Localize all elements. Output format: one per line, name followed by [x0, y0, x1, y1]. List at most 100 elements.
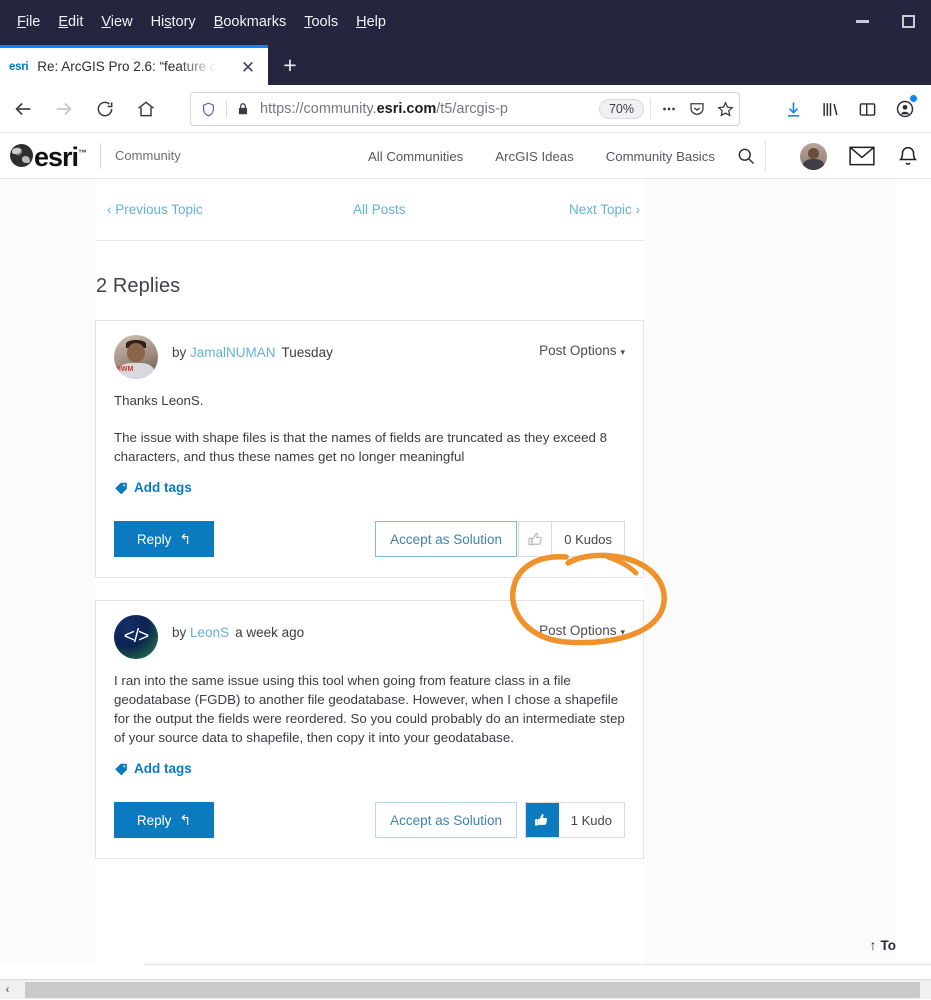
menu-file[interactable]: File [8, 11, 49, 33]
tab-strip: esri Re: ArcGIS Pro 2.6: “feature clas ✕… [0, 42, 931, 85]
url-prefix: https://community. [260, 101, 377, 117]
leon-avatar[interactable]: </> [114, 615, 158, 659]
add-tags-link[interactable]: Add tags [114, 761, 625, 776]
post-options-button[interactable]: Post Options▾ [539, 623, 625, 638]
kudos-button-post-1[interactable]: 0 Kudos [518, 521, 625, 557]
reply-button[interactable]: Reply ↰ [114, 802, 214, 838]
kudos-count-label: 0 Kudos [552, 522, 624, 556]
accept-as-solution-button[interactable]: Accept as Solution [375, 802, 517, 838]
all-posts-link[interactable]: All Posts [353, 202, 406, 217]
browser-tab-active[interactable]: esri Re: ArcGIS Pro 2.6: “feature clas ✕ [0, 45, 268, 85]
horizontal-scrollbar[interactable]: ‹ [0, 979, 931, 999]
tab-title: Re: ArcGIS Pro 2.6: “feature clas [37, 59, 217, 74]
scroll-left-arrow-icon[interactable]: ‹ [0, 980, 15, 1000]
reply-arrow-icon: ↰ [179, 531, 191, 548]
forward-button[interactable] [46, 91, 82, 127]
kudos-count-label: 1 Kudo [559, 803, 624, 837]
menu-history[interactable]: History [142, 11, 205, 33]
avatar[interactable] [800, 143, 827, 170]
scrollbar-thumb[interactable] [25, 982, 920, 998]
thumbs-up-icon[interactable] [519, 522, 552, 556]
post-options-button[interactable]: Post Options ▾ [539, 343, 625, 358]
code-brackets-icon: </> [124, 626, 148, 648]
reply-label: Reply [137, 532, 172, 547]
menu-view[interactable]: View [92, 11, 141, 33]
reply-button[interactable]: Reply ↰ [114, 521, 214, 557]
nav-arcgis-ideas[interactable]: ArcGIS Ideas [495, 149, 573, 164]
menu-help[interactable]: Help [347, 11, 395, 33]
byline-prefix: by [172, 625, 186, 640]
nav-all-communities[interactable]: All Communities [368, 149, 463, 164]
post-options-label: Post Options [539, 343, 616, 358]
ellipsis-icon[interactable] [655, 95, 683, 123]
maximize-button[interactable] [885, 6, 931, 36]
star-icon[interactable] [711, 95, 739, 123]
account-button[interactable] [886, 93, 923, 125]
next-topic-link[interactable]: Next Topic › [569, 202, 640, 217]
post-author-link[interactable]: JamalNUMAN [190, 345, 276, 360]
nav-community-basics[interactable]: Community Basics [606, 149, 715, 164]
previous-topic-link[interactable]: ‹ Previous Topic [107, 202, 203, 217]
library-icon [821, 100, 840, 119]
post-author-link[interactable]: LeonS [190, 625, 229, 640]
reply-arrow-icon: ↰ [179, 812, 191, 829]
page-left-gutter [0, 179, 95, 964]
accept-as-solution-button[interactable]: Accept as Solution [375, 521, 517, 557]
divider [226, 100, 227, 118]
pocket-icon[interactable] [683, 95, 711, 123]
reply-post: </> by LeonSa week ago Post Options▾ I r… [95, 600, 644, 859]
notifications-button[interactable] [897, 145, 919, 168]
site-search-button[interactable] [732, 143, 760, 169]
minimize-button[interactable] [839, 6, 885, 36]
add-tags-label: Add tags [134, 480, 192, 495]
reply-post: MWM by JamalNUMANTuesday Post Options▾ T… [95, 320, 644, 578]
jamal-avatar[interactable]: MWM [114, 335, 158, 379]
menu-tools[interactable]: Tools [295, 11, 347, 33]
kudos-button-post-2[interactable]: 1 Kudo [525, 802, 625, 838]
back-to-top-link[interactable]: ↑ To [870, 937, 897, 953]
post-byline: by JamalNUMANTuesday [172, 335, 333, 360]
sidebar-icon [858, 100, 877, 119]
download-button[interactable] [775, 93, 812, 125]
tag-icon [114, 762, 128, 776]
toolbar-right-icons [775, 92, 923, 126]
url-text[interactable]: https://community.esri.com/t5/arcgis-p [260, 101, 599, 117]
site-navigation: All Communities ArcGIS Ideas Community B… [368, 133, 715, 179]
menu-bookmarks[interactable]: Bookmarks [205, 11, 296, 33]
reload-button[interactable] [87, 91, 123, 127]
padlock-icon[interactable] [236, 101, 250, 117]
home-button[interactable] [128, 91, 164, 127]
accept-label: Accept as Solution [390, 532, 502, 547]
close-icon[interactable]: ✕ [238, 58, 258, 78]
zoom-level-badge[interactable]: 70% [599, 99, 644, 119]
scrollbar-track[interactable] [15, 982, 931, 998]
header-divider [100, 143, 101, 169]
library-button[interactable] [812, 93, 849, 125]
forward-arrow-icon [53, 98, 75, 120]
replies-heading: 2 Replies [95, 241, 644, 298]
new-tab-button[interactable]: + [276, 52, 304, 80]
thumbs-up-icon[interactable] [526, 803, 559, 837]
address-bar[interactable]: https://community.esri.com/t5/arcgis-p 7… [190, 92, 740, 126]
reload-icon [95, 99, 115, 119]
add-tags-link[interactable]: Add tags [114, 480, 625, 495]
globe-icon [10, 144, 33, 167]
back-to-top-label: To [881, 938, 897, 953]
post-timestamp: a week ago [235, 625, 304, 640]
menu-edit[interactable]: Edit [49, 11, 92, 33]
post-byline: by LeonS a week ago [172, 615, 304, 640]
messages-button[interactable] [849, 146, 875, 166]
back-arrow-icon [12, 98, 34, 120]
byline-prefix: by [172, 345, 186, 360]
shield-icon[interactable] [200, 101, 217, 118]
home-icon [136, 99, 156, 119]
post-options-label: Post Options [539, 623, 616, 638]
avatar-watermark: MWM [115, 366, 133, 373]
topic-navigation: ‹ Previous Topic All Posts Next Topic › [95, 179, 644, 241]
envelope-icon [849, 146, 875, 166]
window-controls [839, 0, 931, 42]
back-button[interactable] [5, 91, 41, 127]
esri-logo[interactable]: esri™ [10, 140, 86, 171]
chevron-down-icon: ▾ [620, 347, 625, 357]
sidebar-button[interactable] [849, 93, 886, 125]
